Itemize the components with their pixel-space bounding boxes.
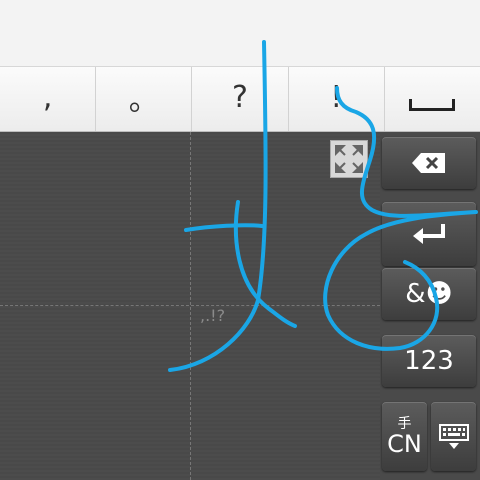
question-label: ?	[232, 79, 248, 115]
exclamation-label: !	[330, 79, 343, 115]
enter-key[interactable]	[382, 202, 476, 266]
vertical-guide	[190, 132, 191, 480]
space-key[interactable]	[384, 67, 480, 131]
keyboard-icon	[438, 423, 469, 449]
symbols-key[interactable]: &☻	[382, 268, 476, 320]
handwriting-hint: ,.!?	[200, 306, 226, 325]
space-bar-icon	[409, 99, 456, 111]
expand-button[interactable]	[330, 140, 368, 178]
language-label: CN	[387, 429, 422, 458]
text-preview-area	[0, 0, 480, 66]
expand-icon	[335, 145, 363, 173]
period-label: 。	[128, 83, 159, 118]
comma-key[interactable]: ,	[0, 67, 97, 131]
delete-key[interactable]	[382, 137, 476, 189]
language-key[interactable]: 手 CN	[382, 402, 427, 471]
handwriting-pad[interactable]: ,.!?	[0, 132, 380, 480]
handwriting-mode-label: 手	[397, 415, 412, 432]
backspace-icon	[412, 153, 445, 173]
enter-icon	[413, 224, 445, 244]
exclamation-key[interactable]: !	[288, 67, 385, 131]
horizontal-guide	[0, 305, 380, 306]
punctuation-bar: , 。 ? !	[0, 66, 480, 132]
period-key[interactable]: 。	[96, 67, 193, 131]
comma-label: ,	[42, 79, 53, 115]
keyboard-switch-key[interactable]	[431, 402, 476, 471]
question-key[interactable]: ?	[192, 67, 289, 131]
side-keys: &☻ 123 手 CN	[380, 132, 480, 480]
numbers-key[interactable]: 123	[382, 335, 476, 387]
